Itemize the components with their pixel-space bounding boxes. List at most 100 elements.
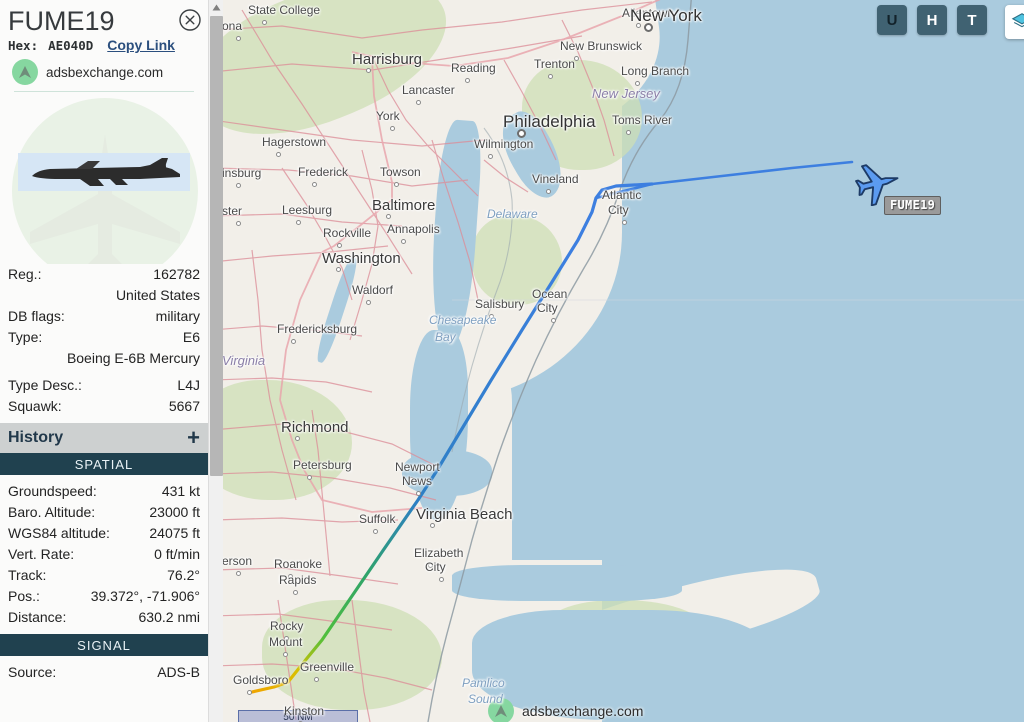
map-city-dot xyxy=(488,154,493,159)
map-city-dot xyxy=(236,183,241,188)
spatial-title: SPATIAL xyxy=(74,456,134,472)
map-city-dot xyxy=(314,677,319,682)
row-value: 5667 xyxy=(168,398,200,414)
map-button-h[interactable]: H xyxy=(917,5,947,35)
map-city-dot xyxy=(336,267,341,272)
adsbexchange-logo-icon xyxy=(12,59,38,85)
history-expand-button[interactable]: + xyxy=(187,427,200,449)
row-value: 162782 xyxy=(153,266,200,282)
row-key: DB flags: xyxy=(8,308,65,324)
map-city-dot xyxy=(430,523,435,528)
map-city-dot xyxy=(296,220,301,225)
page-title: FUME19 xyxy=(8,6,115,36)
row-key: Track: xyxy=(8,567,47,583)
map-city-dot xyxy=(622,220,627,225)
map-city-dot xyxy=(312,182,317,187)
row-key: Type: xyxy=(8,329,43,345)
map-city-dot xyxy=(373,529,378,534)
copy-link-button[interactable]: Copy Link xyxy=(107,37,175,53)
table-row: Type Desc.: L4J xyxy=(8,375,200,396)
map-city-dot xyxy=(283,652,288,657)
row-key: Source: xyxy=(8,664,57,680)
map-city-dot xyxy=(366,68,371,73)
map-city-dot xyxy=(546,189,551,194)
map-scale-bar: 50 NM xyxy=(238,710,358,722)
row-key: Distance: xyxy=(8,609,67,625)
row-value: L4J xyxy=(177,377,200,393)
row-value: Boeing E-6B Mercury xyxy=(66,350,200,366)
map-city-dot xyxy=(295,436,300,441)
map-city-dot xyxy=(546,304,551,309)
table-row: Baro. Altitude: 23000 ft xyxy=(8,502,200,523)
aircraft-photo-block[interactable] xyxy=(0,92,208,264)
map-button-t[interactable]: T xyxy=(957,5,987,35)
spatial-rows: Groundspeed: 431 kt Baro. Altitude: 2300… xyxy=(0,475,208,634)
map-city-dot xyxy=(626,130,631,135)
history-section-header[interactable]: History + xyxy=(0,423,208,453)
map-city-dot xyxy=(236,221,241,226)
map-city-dot xyxy=(439,577,444,582)
hex-label: Hex: xyxy=(8,38,39,53)
hex-line: Hex: AE040D Copy Link xyxy=(8,37,200,53)
table-row: Pos.: 39.372°, -71.906° xyxy=(8,586,200,607)
map-city-dot xyxy=(262,20,267,25)
sidebar-scrollbar[interactable] xyxy=(208,0,223,722)
map-city-dot xyxy=(366,300,371,305)
table-row: WGS84 altitude: 24075 ft xyxy=(8,523,200,544)
map-city-dot xyxy=(291,339,296,344)
adsb-exchange-app: FUME19 U H T 50 NM adsbexchange.com Stat… xyxy=(0,0,1024,722)
flight-track xyxy=(250,160,854,694)
map-city-dot xyxy=(428,563,433,568)
map-city-dot xyxy=(284,636,289,641)
sidebar-header: FUME19 Hex: AE040D Copy Link adsbexchang… xyxy=(0,0,208,92)
table-row: Reg.: 162782 xyxy=(8,264,200,285)
map-city-dot xyxy=(386,214,391,219)
row-value: 431 kt xyxy=(161,483,200,499)
map-attribution-text: adsbexchange.com xyxy=(522,703,644,719)
row-value: 630.2 nmi xyxy=(138,609,200,625)
map-city-dot xyxy=(635,81,640,86)
row-key: Baro. Altitude: xyxy=(8,504,96,520)
row-value: 39.372°, -71.906° xyxy=(90,588,200,604)
map-city-dot xyxy=(574,56,579,61)
map-city-dot xyxy=(636,23,641,28)
map-city-dot xyxy=(465,78,470,83)
map-city-dot xyxy=(247,690,252,695)
map-city-dot xyxy=(517,129,526,138)
row-value: 0 ft/min xyxy=(154,546,200,562)
aircraft-photo[interactable] xyxy=(18,153,190,191)
map-city-dot xyxy=(409,477,414,482)
row-value: 76.2° xyxy=(167,567,200,583)
row-key: Type Desc.: xyxy=(8,377,82,393)
map-canvas[interactable]: FUME19 U H T 50 NM adsbexchange.com Stat… xyxy=(222,0,1024,722)
map-city-dot xyxy=(616,205,621,210)
aircraft-info-rows: Reg.: 162782 United States DB flags: mil… xyxy=(0,264,208,423)
map-city-dot xyxy=(416,100,421,105)
row-key: Vert. Rate: xyxy=(8,546,75,562)
history-label: History xyxy=(8,429,64,446)
spatial-section-header: SPATIAL xyxy=(0,453,208,475)
row-value: military xyxy=(155,308,200,324)
sidebar-brand-text: adsbexchange.com xyxy=(46,64,164,80)
table-row: DB flags: military xyxy=(8,306,200,327)
close-icon[interactable] xyxy=(178,8,202,32)
map-city-dot xyxy=(394,182,399,187)
row-value: United States xyxy=(115,287,200,303)
map-button-u[interactable]: U xyxy=(877,5,907,35)
map-city-dot xyxy=(401,239,406,244)
map-city-dot xyxy=(236,571,241,576)
map-city-dot xyxy=(337,243,342,248)
layers-icon[interactable] xyxy=(1005,5,1024,39)
aircraft-callsign-label: FUME19 xyxy=(884,196,942,215)
table-row: Vert. Rate: 0 ft/min xyxy=(8,544,200,565)
map-city-dot xyxy=(548,74,553,79)
adsbexchange-logo-icon xyxy=(488,698,514,722)
scroll-up-arrow-icon[interactable] xyxy=(209,0,223,14)
row-value: ADS-B xyxy=(157,664,200,680)
map-city-dot xyxy=(390,126,395,131)
table-row: Track: 76.2° xyxy=(8,565,200,586)
map-city-dot xyxy=(644,23,653,32)
scrollbar-thumb[interactable] xyxy=(210,16,223,476)
table-row: Type: E6 xyxy=(8,327,200,348)
table-row: Squawk: 5667 xyxy=(8,396,200,417)
